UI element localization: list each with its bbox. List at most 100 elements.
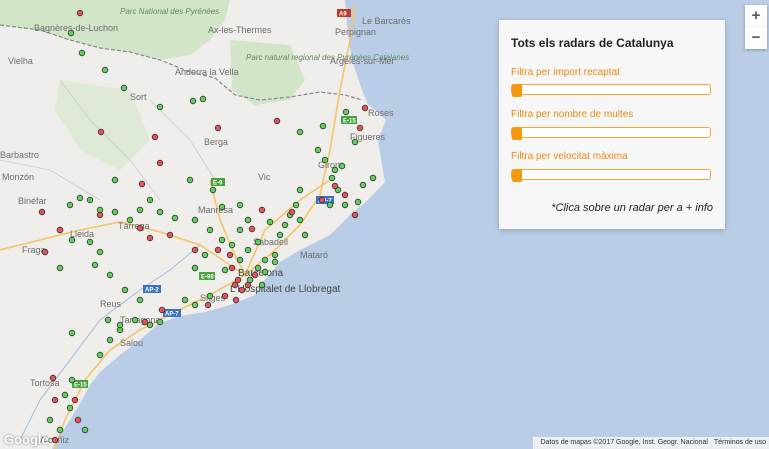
radar-marker-red[interactable] (361, 104, 369, 112)
radar-marker-green[interactable] (369, 174, 377, 182)
radar-marker-red[interactable] (41, 248, 49, 256)
radar-marker-green[interactable] (156, 103, 164, 111)
radar-marker-green[interactable] (236, 226, 244, 234)
slider-handle[interactable] (512, 169, 522, 182)
radar-marker-green[interactable] (314, 146, 322, 154)
radar-marker-green[interactable] (354, 198, 362, 206)
radar-marker-green[interactable] (101, 66, 109, 74)
radar-marker-red[interactable] (166, 231, 174, 239)
radar-marker-green[interactable] (96, 248, 104, 256)
radar-marker-green[interactable] (236, 256, 244, 264)
radar-marker-green[interactable] (206, 226, 214, 234)
radar-marker-green[interactable] (56, 426, 64, 434)
radar-marker-red[interactable] (38, 208, 46, 216)
radar-marker-red[interactable] (156, 159, 164, 167)
radar-marker-green[interactable] (319, 122, 327, 130)
radar-marker-red[interactable] (146, 234, 154, 242)
radar-marker-green[interactable] (271, 251, 279, 259)
radar-marker-red[interactable] (51, 396, 59, 404)
radar-marker-green[interactable] (218, 203, 226, 211)
radar-marker-green[interactable] (86, 238, 94, 246)
radar-marker-red[interactable] (228, 264, 236, 272)
slider-handle[interactable] (512, 127, 522, 140)
radar-marker-green[interactable] (68, 329, 76, 337)
radar-marker-red[interactable] (244, 281, 252, 289)
radar-marker-green[interactable] (321, 156, 329, 164)
radar-marker-red[interactable] (356, 124, 364, 132)
radar-marker-green[interactable] (171, 214, 179, 222)
radar-marker-green[interactable] (209, 186, 217, 194)
radar-marker-red[interactable] (214, 124, 222, 132)
radar-marker-green[interactable] (78, 49, 86, 57)
radar-marker-green[interactable] (328, 174, 336, 182)
radar-marker-green[interactable] (206, 292, 214, 300)
radar-marker-green[interactable] (96, 351, 104, 359)
radar-marker-red[interactable] (273, 117, 281, 125)
radar-marker-green[interactable] (281, 221, 289, 229)
radar-marker-red[interactable] (248, 225, 256, 233)
radar-marker-green[interactable] (136, 206, 144, 214)
slider-velocitat[interactable] (511, 169, 711, 182)
radar-marker-green[interactable] (331, 166, 339, 174)
radar-marker-green[interactable] (106, 271, 114, 279)
radar-marker-green[interactable] (66, 404, 74, 412)
radar-marker-green[interactable] (81, 426, 89, 434)
radar-marker-green[interactable] (221, 266, 229, 274)
radar-marker-red[interactable] (258, 206, 266, 214)
radar-marker-green[interactable] (296, 216, 304, 224)
radar-marker-green[interactable] (66, 201, 74, 209)
radar-marker-green[interactable] (106, 336, 114, 344)
slider-multes[interactable] (511, 127, 711, 140)
radar-marker-green[interactable] (296, 128, 304, 136)
radar-marker-red[interactable] (318, 196, 326, 204)
radar-marker-red[interactable] (341, 191, 349, 199)
radar-marker-red[interactable] (138, 180, 146, 188)
zoom-out-button[interactable]: − (745, 27, 767, 49)
radar-marker-red[interactable] (221, 292, 229, 300)
radar-marker-green[interactable] (116, 321, 124, 329)
radar-marker-red[interactable] (251, 271, 259, 279)
radar-marker-red[interactable] (226, 251, 234, 259)
radar-marker-green[interactable] (121, 286, 129, 294)
radar-marker-green[interactable] (131, 316, 139, 324)
radar-marker-green[interactable] (199, 95, 207, 103)
radar-marker-red[interactable] (151, 133, 159, 141)
radar-marker-green[interactable] (201, 251, 209, 259)
radar-marker-green[interactable] (276, 231, 284, 239)
radar-marker-green[interactable] (218, 236, 226, 244)
radar-marker-red[interactable] (214, 246, 222, 254)
radar-marker-green[interactable] (91, 261, 99, 269)
radar-marker-red[interactable] (141, 318, 149, 326)
radar-marker-green[interactable] (189, 97, 197, 105)
radar-marker-green[interactable] (46, 416, 54, 424)
radar-marker-red[interactable] (331, 182, 339, 190)
radar-marker-red[interactable] (238, 286, 246, 294)
radar-marker-green[interactable] (292, 201, 300, 209)
radar-marker-red[interactable] (56, 226, 64, 234)
radar-marker-red[interactable] (51, 436, 59, 444)
radar-marker-green[interactable] (156, 208, 164, 216)
radar-marker-green[interactable] (228, 241, 236, 249)
google-logo[interactable]: Google (4, 432, 49, 447)
terms-link[interactable]: Términos de uso (714, 439, 766, 446)
radar-marker-red[interactable] (49, 374, 57, 382)
radar-marker-green[interactable] (68, 376, 76, 384)
radar-marker-red[interactable] (234, 276, 242, 284)
radar-marker-red[interactable] (74, 416, 82, 424)
radar-marker-green[interactable] (261, 268, 269, 276)
radar-marker-green[interactable] (254, 238, 262, 246)
radar-marker-green[interactable] (56, 264, 64, 272)
radar-marker-green[interactable] (67, 29, 75, 37)
radar-marker-green[interactable] (111, 208, 119, 216)
radar-marker-red[interactable] (158, 306, 166, 314)
radar-marker-green[interactable] (301, 231, 309, 239)
radar-marker-green[interactable] (236, 201, 244, 209)
radar-marker-red[interactable] (231, 281, 239, 289)
radar-marker-green[interactable] (244, 216, 252, 224)
radar-marker-green[interactable] (146, 196, 154, 204)
radar-marker-green[interactable] (258, 281, 266, 289)
radar-marker-red[interactable] (232, 296, 240, 304)
radar-marker-red[interactable] (204, 301, 212, 309)
slider-import[interactable] (511, 84, 711, 97)
radar-marker-green[interactable] (244, 246, 252, 254)
